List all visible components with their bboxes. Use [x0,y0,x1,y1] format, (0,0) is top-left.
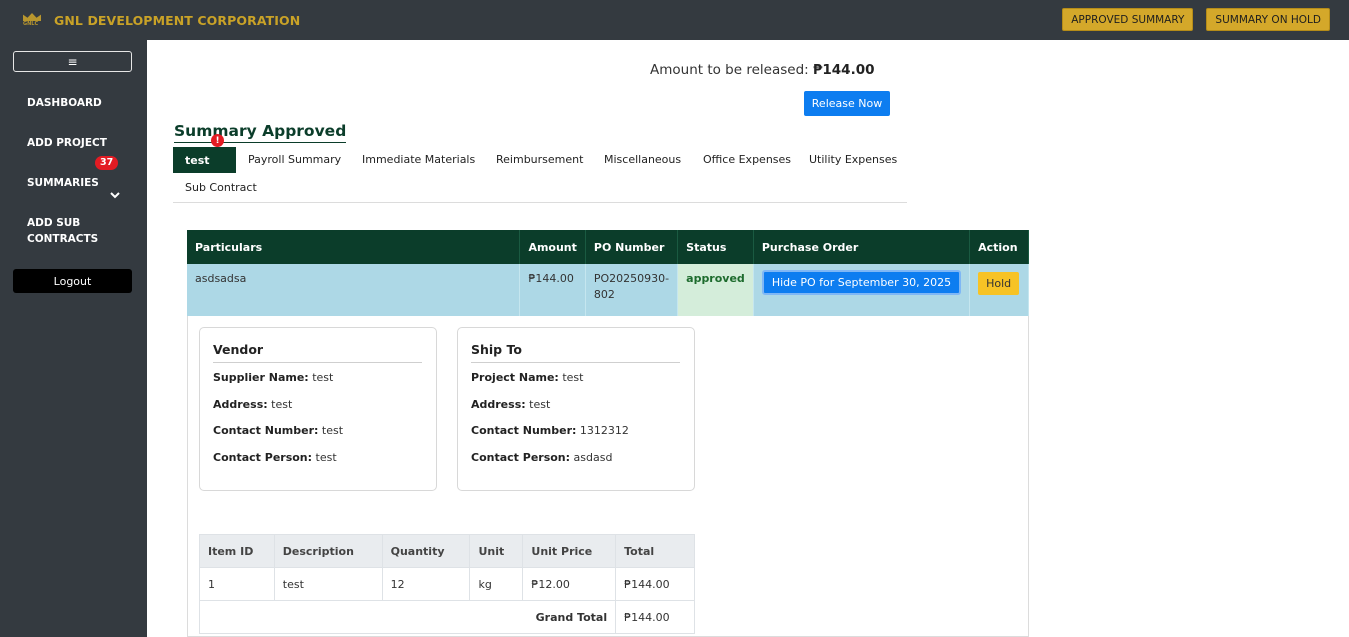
table-header-row: Particulars Amount PO Number Status Purc… [187,230,1029,264]
tab-payroll-summary[interactable]: Payroll Summary [248,153,341,166]
field-label: Address: [213,398,268,411]
summaries-count-badge: 37 [95,156,119,170]
vendor-card: Vendor Supplier Name: test Address: test… [199,327,437,491]
field-label: Address: [471,398,526,411]
unit-cell: kg [469,567,524,601]
quantity-cell: 12 [381,567,471,601]
tab-reimbursement[interactable]: Reimbursement [496,153,583,166]
chevron-down-icon[interactable] [108,188,122,202]
hold-button[interactable]: Hold [978,272,1020,295]
column-header: Amount [519,230,586,264]
field-value: 1312312 [579,424,629,437]
summary-table-wrap: Particulars Amount PO Number Status Purc… [187,230,1029,317]
column-header: Total [615,534,695,568]
tab-sub-contract[interactable]: Sub Contract [185,181,257,194]
field-label: Project Name: [471,371,559,384]
vendor-address-row: Address: test [213,398,292,411]
grand-total-row: Grand Total ₱144.00 [198,600,695,634]
purchase-order-cell: Hide PO for September 30, 2025 [753,264,971,317]
field-value: test [562,371,584,384]
po-number-cell: PO20250930-802 [585,264,679,317]
table-row[interactable]: asdsadsa ₱144.00 PO20250930-802 approved… [187,264,1029,317]
field-value: asdasd [573,451,613,464]
ship-to-contact-person-row: Contact Person: asdasd [471,451,612,464]
po-detail-panel: Vendor Supplier Name: test Address: test… [187,316,1029,637]
release-amount-label: Amount to be released: [650,62,809,78]
menu-toggle-button[interactable]: ≡ [13,51,132,72]
tab-miscellaneous[interactable]: Miscellaneous [604,153,681,166]
field-label: Contact Number: [471,424,577,437]
field-value: test [321,424,344,437]
vendor-contact-person-row: Contact Person: test [213,451,337,464]
grand-total-label: Grand Total [198,600,617,634]
particulars-cell: asdsadsa [187,264,521,317]
field-label: Contact Person: [471,451,571,464]
field-value: test [529,398,551,411]
sidebar: ≡ DASHBOARD ADD PROJECT 37 SUMMARIES ADD… [0,40,147,637]
tab-utility-expenses[interactable]: Utility Expenses [809,153,897,166]
field-value: test [312,371,334,384]
field-value: test [271,398,293,411]
ship-to-title: Ship To [471,342,680,363]
column-header: Purchase Order [753,230,971,264]
main-content: Amount to be released: ₱144.00 Release N… [147,40,1349,637]
tab-office-expenses[interactable]: Office Expenses [703,153,791,166]
summary-on-hold-button[interactable]: SUMMARY ON HOLD [1206,8,1330,31]
tab-test[interactable]: test ! [173,134,236,173]
column-header: Item ID [199,534,275,568]
description-cell: test [273,567,383,601]
field-label: Supplier Name: [213,371,309,384]
company-logo-icon: GNLC [22,13,42,27]
table-row: 1 test 12 kg ₱12.00 ₱144.00 [199,567,695,601]
column-header: Quantity [381,534,471,568]
field-label: Contact Number: [213,424,319,437]
ship-to-address-row: Address: test [471,398,550,411]
ship-to-card: Ship To Project Name: test Address: test… [457,327,695,491]
column-header: Action [969,230,1029,264]
status-cell: approved [677,264,754,317]
column-header: PO Number [585,230,679,264]
action-cell: Hold [969,264,1029,317]
summary-table: Particulars Amount PO Number Status Purc… [187,230,1029,317]
hamburger-icon: ≡ [67,54,78,69]
column-header: Unit [469,534,524,568]
sidebar-item-add-sub-contracts[interactable]: ADD SUB CONTRACTS [27,215,98,247]
alert-icon: ! [211,134,224,147]
brand-name: GNL DEVELOPMENT CORPORATION [54,12,301,28]
field-label: Contact Person: [213,451,313,464]
vendor-contact-number-row: Contact Number: test [213,424,343,437]
items-header-row: Item ID Description Quantity Unit Unit P… [199,534,695,568]
ship-to-project-row: Project Name: test [471,371,583,384]
ship-to-contact-number-row: Contact Number: 1312312 [471,424,629,437]
unit-price-cell: ₱12.00 [522,567,617,601]
release-now-button[interactable]: Release Now [804,91,890,116]
sidebar-item-summaries[interactable]: SUMMARIES [27,175,99,191]
items-table: Item ID Description Quantity Unit Unit P… [198,534,695,634]
approved-summary-button[interactable]: APPROVED SUMMARY [1062,8,1194,31]
column-header: Status [677,230,754,264]
amount-cell: ₱144.00 [519,264,586,317]
brand[interactable]: GNLC GNL DEVELOPMENT CORPORATION [22,13,300,28]
release-amount-value: ₱144.00 [813,62,875,78]
field-value: test [315,451,337,464]
vendor-title: Vendor [213,342,422,363]
tab-immediate-materials[interactable]: Immediate Materials [362,153,475,166]
grand-total-value: ₱144.00 [615,600,695,634]
sidebar-item-dashboard[interactable]: DASHBOARD [27,95,102,111]
column-header: Description [273,534,383,568]
category-tabs: test ! Payroll Summary Immediate Materia… [173,134,907,203]
column-header: Unit Price [522,534,617,568]
hide-po-button[interactable]: Hide PO for September 30, 2025 [761,270,962,295]
logout-button[interactable]: Logout [13,269,132,293]
column-header: Particulars [187,230,521,264]
top-navbar: GNLC GNL DEVELOPMENT CORPORATION APPROVE… [0,0,1349,40]
item-id-cell: 1 [199,567,275,601]
total-cell: ₱144.00 [615,567,695,601]
vendor-supplier-row: Supplier Name: test [213,371,333,384]
top-actions: APPROVED SUMMARY SUMMARY ON HOLD [1062,8,1330,31]
sidebar-item-add-project[interactable]: ADD PROJECT [27,135,107,151]
page-title: Summary Approved [174,122,347,143]
tab-label: test [185,153,210,167]
release-amount-line: Amount to be released: ₱144.00 [650,62,875,78]
